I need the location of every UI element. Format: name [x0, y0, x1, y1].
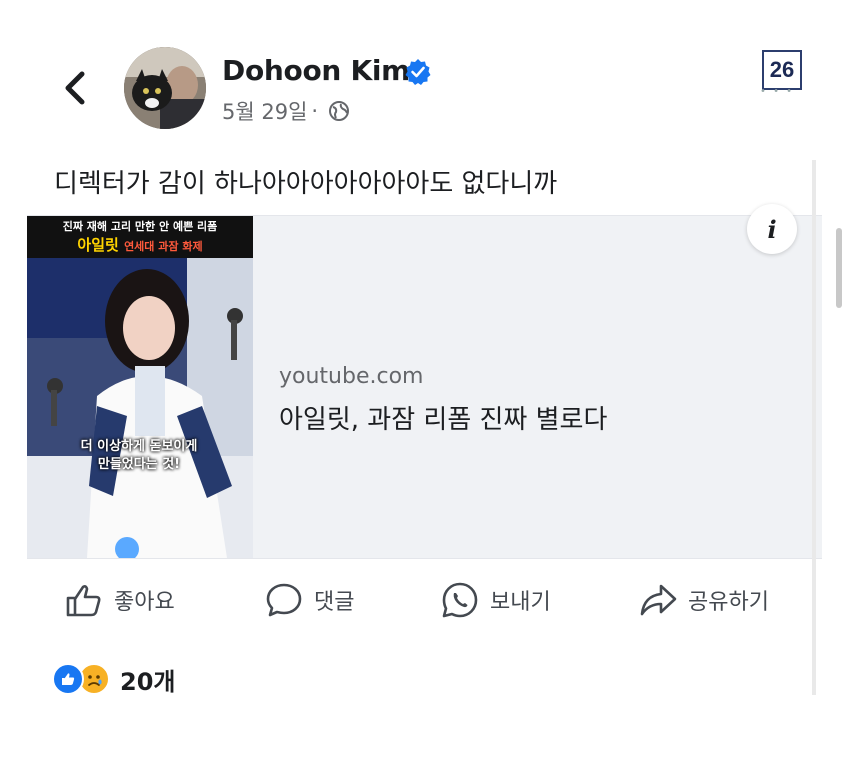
info-button[interactable]: i	[747, 204, 797, 254]
action-bar: 좋아요 댓글 보내기 공유하기	[0, 578, 810, 622]
send-button[interactable]: 보내기	[440, 578, 551, 622]
post-meta: 5월 29일 ·	[222, 96, 350, 126]
thumbnail-caption: 더 이상하게 돋보이게 만들었다는 것!	[80, 439, 198, 472]
send-label: 보내기	[490, 590, 551, 615]
meta-separator: ·	[311, 99, 319, 123]
thumbnail-banner: 진짜 재해 고리 만한 안 예쁜 리폼 아일릿 연세대 과잠 화제	[27, 216, 253, 258]
scrollbar[interactable]	[836, 228, 842, 308]
share-label: 공유하기	[688, 590, 769, 615]
post-text: 디렉터가 감이 하나아아아아아아아도 없다니까	[54, 169, 558, 199]
whatsapp-icon	[442, 582, 478, 618]
comment-label: 댓글	[314, 590, 355, 615]
thumbnail-line2: 아일릿 연세대 과잠 화제	[27, 234, 253, 255]
like-button[interactable]: 좋아요	[64, 578, 175, 622]
avatar[interactable]	[124, 47, 206, 129]
info-icon: i	[767, 214, 777, 244]
badge-dots: • • •	[760, 86, 795, 97]
globe-icon	[329, 101, 350, 121]
video-thumbnail[interactable]: 진짜 재해 고리 만한 안 예쁜 리폼 아일릿 연세대 과잠 화제 더 이상하게…	[27, 216, 253, 558]
reaction-count: 20개	[120, 667, 176, 696]
thumbnail-subhead: 연세대 과잠 화제	[124, 240, 203, 253]
link-preview-card[interactable]: 진짜 재해 고리 만한 안 예쁜 리폼 아일릿 연세대 과잠 화제 더 이상하게…	[27, 204, 822, 559]
comment-icon	[266, 583, 302, 617]
reactions-summary[interactable]: 20개	[52, 662, 175, 696]
share-icon	[640, 584, 677, 616]
page-number-badge: 26	[762, 50, 802, 90]
link-title[interactable]: 아일릿, 과잠 리폼 진짜 별로다	[279, 399, 607, 436]
link-domain: youtube.com	[279, 364, 424, 389]
like-label: 좋아요	[114, 590, 175, 615]
scroll-track	[812, 160, 816, 695]
author-name[interactable]: Dohoon Kim	[222, 54, 410, 87]
comment-button[interactable]: 댓글	[264, 578, 354, 622]
post-date[interactable]: 5월 29일	[222, 96, 307, 126]
back-button[interactable]	[58, 68, 92, 108]
thumbnail-headline: 아일릿	[77, 236, 119, 254]
thumbnail-line1: 진짜 재해 고리 만한 안 예쁜 리폼	[62, 220, 218, 233]
verified-icon	[405, 59, 431, 85]
like-reaction-icon	[52, 663, 84, 695]
share-button[interactable]: 공유하기	[638, 578, 769, 622]
thumbs-up-icon	[66, 585, 101, 617]
back-icon	[65, 71, 85, 105]
